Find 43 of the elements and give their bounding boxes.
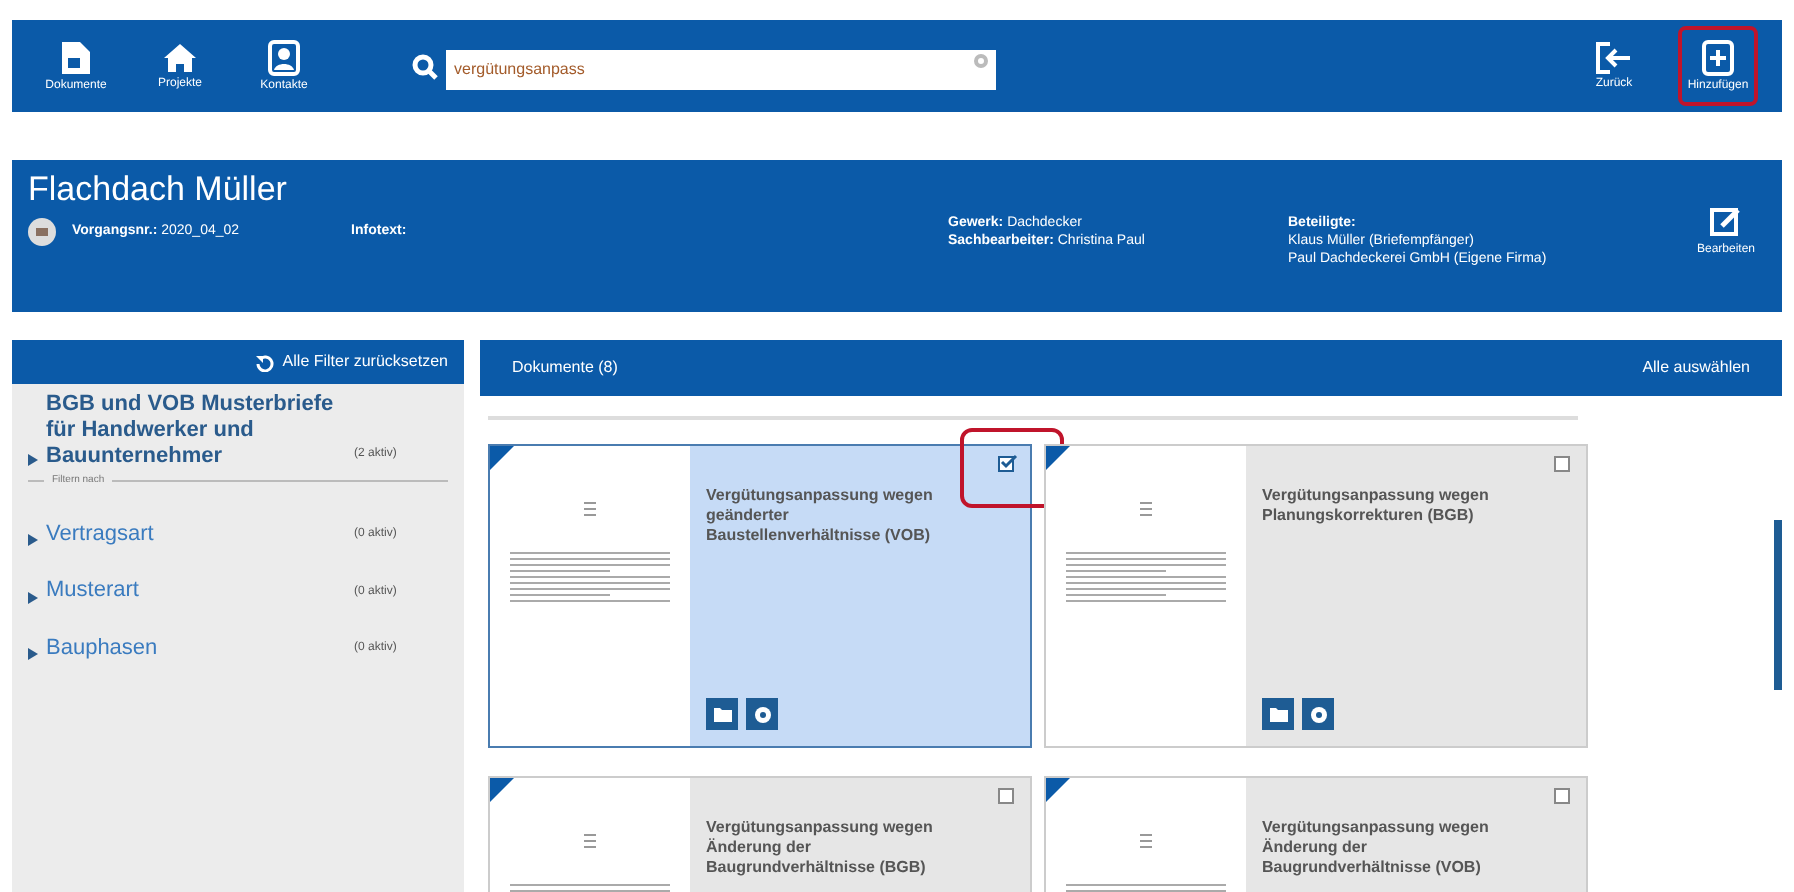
preview-button[interactable] <box>746 698 778 730</box>
reset-icon <box>256 353 275 371</box>
search-field[interactable]: vergütungsanpass <box>446 49 996 89</box>
document-card[interactable]: Vergütungsanpassung wegen Planungskorrekturen (BGB) <box>1044 444 1588 748</box>
document-title: Vergütungsanpassung wegen Änderung der Baugrundverhältnisse (BGB) <box>706 818 935 878</box>
checkbox[interactable] <box>998 454 1018 472</box>
expand-arrow-icon <box>28 454 38 470</box>
document-icon <box>60 40 92 76</box>
corner-marker-icon <box>490 778 514 802</box>
expand-arrow-icon <box>28 648 38 664</box>
checkbox[interactable] <box>1554 786 1574 804</box>
document-title: Vergütungsanpassung wegen geänderter Baustellenverhältnisse (VOB) <box>706 486 935 546</box>
ring-icon <box>1309 705 1327 723</box>
project-title: Flachdach Müller <box>28 168 289 211</box>
folder-icon <box>713 707 731 721</box>
document-card[interactable]: Vergütungsanpassung wegen geänderter Baustellenverhältnisse (VOB) <box>488 444 1032 748</box>
expand-arrow-icon <box>28 534 38 550</box>
home-icon <box>162 42 198 74</box>
edit-icon <box>1710 205 1742 237</box>
checkbox[interactable] <box>1554 454 1574 472</box>
document-title: Vergütungsanpassung wegen Planungskorrekturen (BGB) <box>1262 486 1491 526</box>
folder-icon <box>1269 707 1287 721</box>
document-title: Vergütungsanpassung wegen Änderung der Baugrundverhältnisse (VOB) <box>1262 818 1491 878</box>
select-all-link[interactable]: Alle auswählen <box>1642 356 1750 380</box>
corner-marker-icon <box>490 446 514 470</box>
folder-button[interactable] <box>706 698 738 730</box>
checkbox[interactable] <box>998 786 1018 804</box>
expand-arrow-icon <box>28 591 38 607</box>
document-card[interactable]: Vergütungsanpassung wegen Änderung der Baugrundverhältnisse (BGB) <box>488 776 1032 892</box>
reset-filters-button[interactable]: Alle Filter zurücksetzen <box>12 340 464 384</box>
ring-icon <box>753 705 771 723</box>
document-card[interactable]: Vergütungsanpassung wegen Änderung der Baugrundverhältnisse (VOB) <box>1044 776 1588 892</box>
exit-arrow-icon <box>1596 42 1632 74</box>
archive-icon <box>28 218 56 247</box>
corner-marker-icon <box>1046 778 1070 802</box>
scrollbar-thumb[interactable] <box>1774 520 1782 690</box>
folder-button[interactable] <box>1262 698 1294 730</box>
preview-button[interactable] <box>1302 698 1334 730</box>
contact-card-icon <box>268 40 300 76</box>
add-document-icon <box>1702 40 1734 76</box>
corner-marker-icon <box>1046 446 1070 470</box>
search-icon <box>412 53 438 79</box>
documents-title: Dokumente (8) <box>512 356 618 380</box>
